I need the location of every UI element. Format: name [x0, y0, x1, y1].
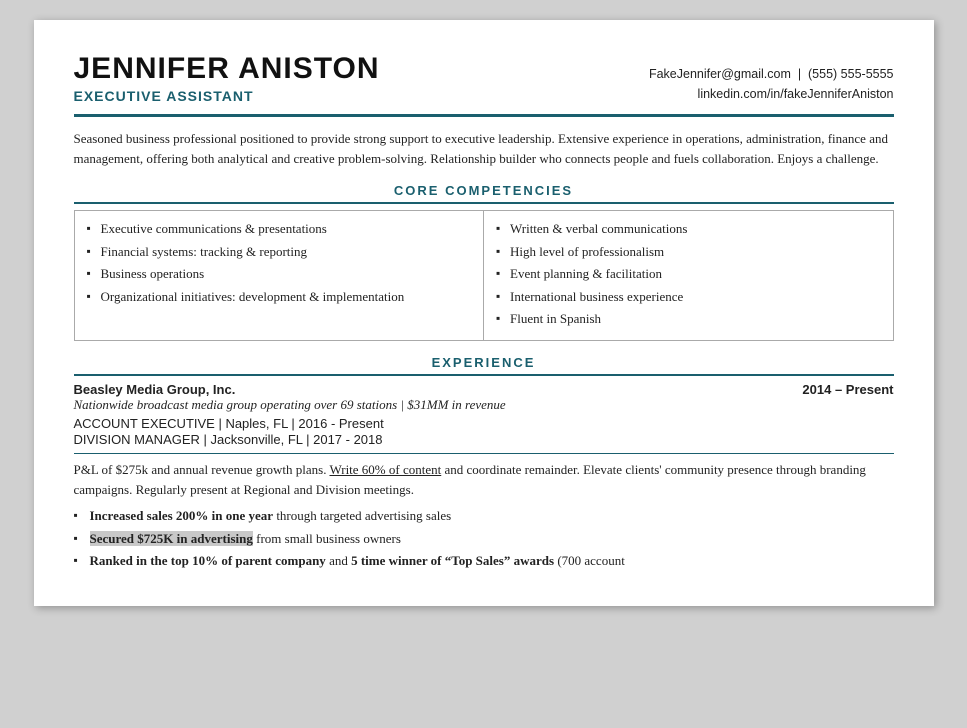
email: FakeJennifer@gmail.com [649, 67, 791, 81]
bullet-bold-highlight: Secured $725K in advertising [90, 531, 253, 546]
phone: (555) 555-5555 [808, 67, 893, 81]
resume-header: JENNIFER ANISTON EXECUTIVE ASSISTANT Fak… [74, 52, 894, 117]
experience-divider [74, 374, 894, 376]
competencies-right-col: Written & verbal communications High lev… [484, 211, 894, 341]
bullet-item: Increased sales 200% in one year through… [74, 506, 894, 526]
competency-item: Business operations [87, 264, 472, 284]
job-bullets: Increased sales 200% in one year through… [74, 506, 894, 571]
competencies-left-list: Executive communications & presentations… [87, 219, 472, 306]
competency-item: International business experience [496, 287, 881, 307]
competencies-title: CORE COMPETENCIES [74, 183, 894, 198]
summary-text: Seasoned business professional positione… [74, 129, 894, 169]
job-role-2: DIVISION MANAGER | Jacksonville, FL | 20… [74, 432, 894, 447]
experience-section: Beasley Media Group, Inc. 2014 – Present… [74, 382, 894, 571]
bullet-normal: from small business owners [256, 531, 401, 546]
competency-item: Organizational initiatives: development … [87, 287, 472, 307]
experience-title: EXPERIENCE [74, 355, 894, 370]
candidate-title: EXECUTIVE ASSISTANT [74, 88, 380, 104]
linkedin: linkedin.com/in/fakeJenniferAniston [649, 84, 894, 104]
bullet-normal2: (700 account [557, 553, 625, 568]
job-company: Beasley Media Group, Inc. [74, 382, 236, 397]
competency-item: Written & verbal communications [496, 219, 881, 239]
competencies-right-list: Written & verbal communications High lev… [496, 219, 881, 329]
bullet-item: Ranked in the top 10% of parent company … [74, 551, 894, 571]
bullet-normal: through targeted advertising sales [276, 508, 451, 523]
competencies-left-col: Executive communications & presentations… [74, 211, 484, 341]
header-contact: FakeJennifer@gmail.com | (555) 555-5555 … [649, 64, 894, 104]
candidate-name: JENNIFER ANISTON [74, 52, 380, 86]
competency-item: Fluent in Spanish [496, 309, 881, 329]
bullet-bold: Ranked in the top 10% of parent company [90, 553, 326, 568]
bullet-bold2: 5 time winner of “Top Sales” awards [351, 553, 554, 568]
header-left: JENNIFER ANISTON EXECUTIVE ASSISTANT [74, 52, 380, 104]
job-body-text: P&L of $275k and annual revenue growth p… [74, 460, 894, 500]
bullet-bold: Increased sales 200% in one year [90, 508, 274, 523]
competency-item: Event planning & facilitation [496, 264, 881, 284]
resume-document: JENNIFER ANISTON EXECUTIVE ASSISTANT Fak… [34, 20, 934, 606]
bullet-normal: and [329, 553, 351, 568]
job-role-1: ACCOUNT EXECUTIVE | Naples, FL | 2016 - … [74, 416, 894, 431]
job-description: Nationwide broadcast media group operati… [74, 397, 894, 413]
bullet-item: Secured $725K in advertising from small … [74, 529, 894, 549]
competencies-table: Executive communications & presentations… [74, 210, 894, 341]
underline-text: Write 60% of content [329, 462, 441, 477]
competency-item: Financial systems: tracking & reporting [87, 242, 472, 262]
competencies-divider [74, 202, 894, 204]
linkedin-url: linkedin.com/in/fakeJenniferAniston [698, 87, 894, 101]
job-dates: 2014 – Present [802, 382, 893, 397]
competency-item: Executive communications & presentations [87, 219, 472, 239]
competency-item: High level of professionalism [496, 242, 881, 262]
job-body-divider [74, 453, 894, 454]
contact-email-phone: FakeJennifer@gmail.com | (555) 555-5555 [649, 64, 894, 84]
job-header: Beasley Media Group, Inc. 2014 – Present [74, 382, 894, 397]
summary-section: Seasoned business professional positione… [74, 129, 894, 169]
